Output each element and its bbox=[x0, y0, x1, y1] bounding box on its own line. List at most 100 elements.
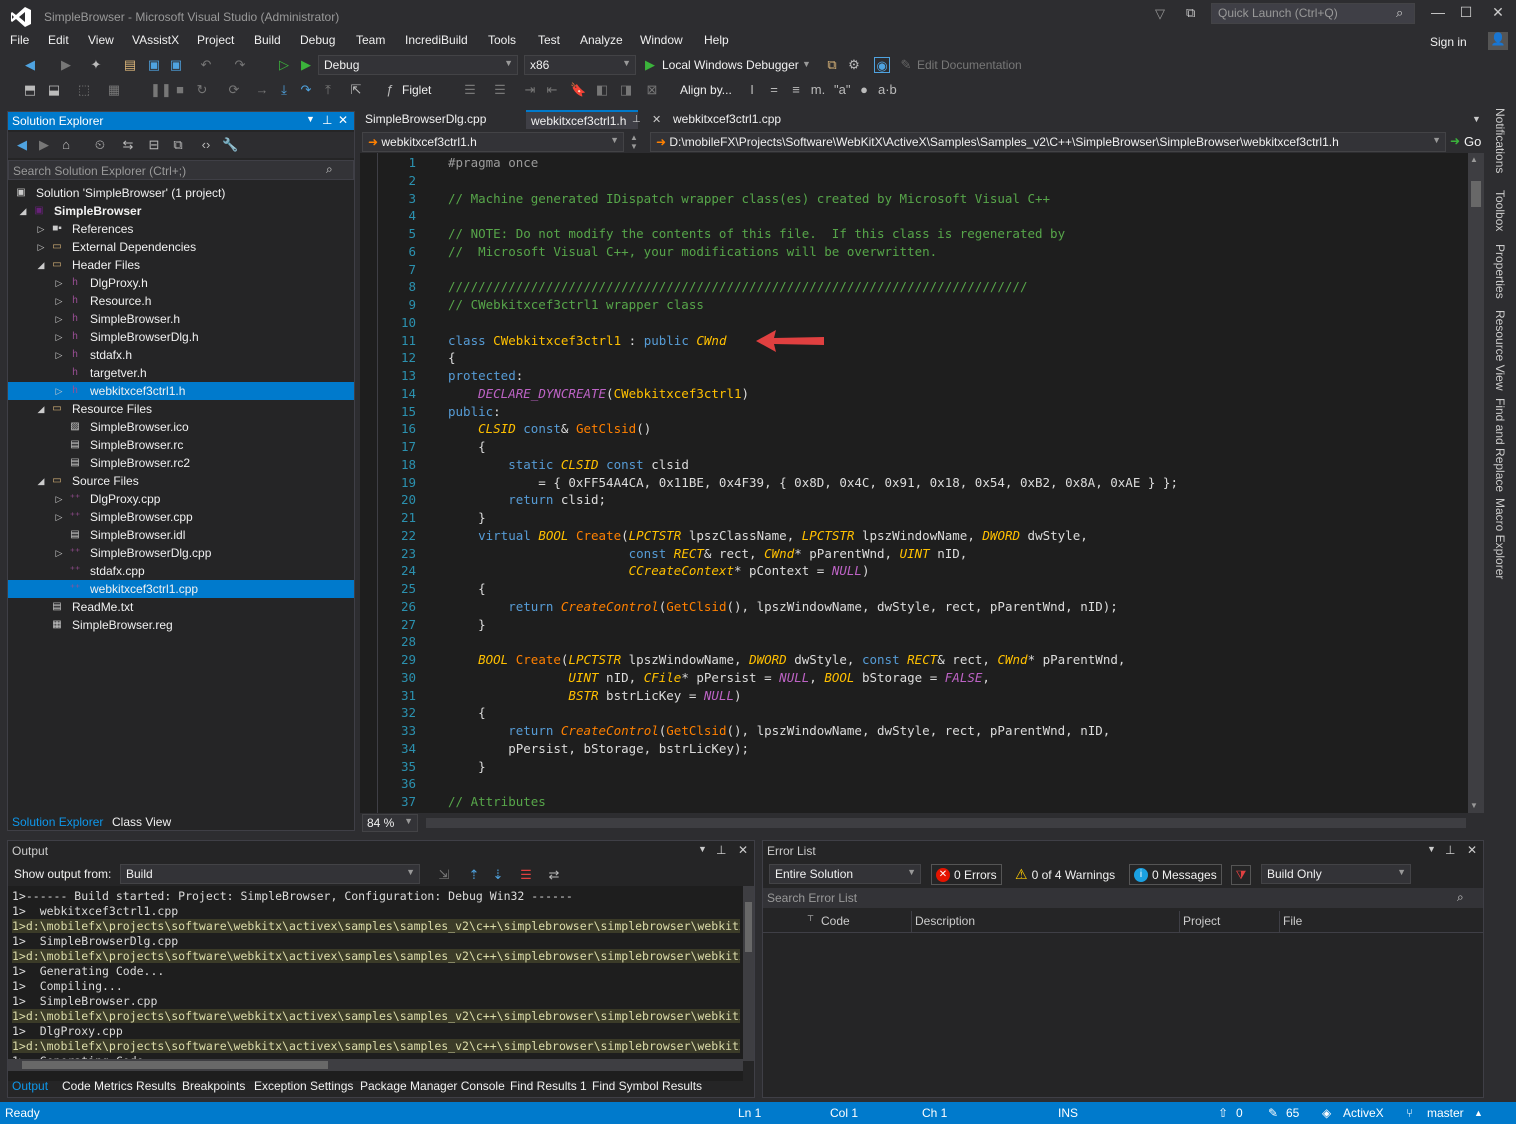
tree-item[interactable]: ▷ h SimpleBrowserDlg.h bbox=[8, 328, 354, 346]
menu-build[interactable]: Build bbox=[254, 33, 281, 47]
tree-item[interactable]: ▤ ReadMe.txt bbox=[8, 598, 354, 616]
clear-all-icon[interactable]: ☰ bbox=[518, 867, 534, 883]
collapse-all-icon[interactable]: ⊟ bbox=[146, 137, 162, 153]
prev-message-icon[interactable]: ⇡ bbox=[466, 867, 482, 883]
status-repository[interactable]: ActiveX bbox=[1343, 1106, 1384, 1120]
platform-select[interactable]: x86 ▼ bbox=[524, 55, 636, 75]
step-out-icon[interactable]: ⤒ bbox=[320, 82, 336, 98]
menu-tools[interactable]: Tools bbox=[488, 33, 516, 47]
tree-item[interactable]: ◢ ▭ Source Files bbox=[8, 472, 354, 490]
collapse-arrow-icon[interactable]: ◢ bbox=[36, 256, 46, 274]
align-equals-icon[interactable]: = bbox=[766, 82, 782, 98]
start-icon[interactable]: ▶ bbox=[298, 57, 314, 73]
align-ab-icon[interactable]: a·b bbox=[878, 82, 897, 98]
tab-solution-explorer[interactable]: Solution Explorer bbox=[12, 815, 103, 829]
show-next-statement-icon[interactable]: → bbox=[254, 82, 270, 98]
tree-item[interactable]: ▷ h stdafx.h bbox=[8, 346, 354, 364]
rail-tab-notifications[interactable]: Notifications bbox=[1493, 108, 1507, 173]
tree-item[interactable]: ▷ ⁺⁺ DlgProxy.cpp bbox=[8, 490, 354, 508]
menu-project[interactable]: Project bbox=[197, 33, 234, 47]
scroll-down-icon[interactable]: ▼ bbox=[1470, 801, 1478, 810]
clean-icon[interactable]: ⬚ bbox=[76, 82, 92, 98]
configuration-select[interactable]: Debug ▼ bbox=[318, 55, 518, 75]
menu-view[interactable]: View bbox=[88, 33, 114, 47]
tab-breakpoints[interactable]: Breakpoints bbox=[182, 1079, 245, 1093]
refresh-icon[interactable]: ⟳ bbox=[226, 82, 242, 98]
text-cursor-icon[interactable]: I bbox=[744, 82, 760, 98]
rail-tab-macro-explorer[interactable]: Macro Explorer bbox=[1493, 498, 1507, 579]
repository-icon[interactable]: ◈ bbox=[1322, 1106, 1331, 1120]
branch-icon[interactable]: ⑂ bbox=[1406, 1106, 1413, 1120]
status-unpushed-count[interactable]: 0 bbox=[1236, 1106, 1243, 1120]
menu-test[interactable]: Test bbox=[538, 33, 560, 47]
tree-item[interactable]: h targetver.h bbox=[8, 364, 354, 382]
comment-icon[interactable]: ☰ bbox=[462, 82, 478, 98]
tab-class-view[interactable]: Class View bbox=[112, 815, 171, 829]
figlet-button[interactable]: Figlet bbox=[402, 83, 431, 97]
next-bookmark-icon[interactable]: ◨ bbox=[618, 82, 634, 98]
pencil-icon[interactable]: ✎ bbox=[1268, 1106, 1278, 1120]
file-path-select[interactable]: ➜ D:\mobileFX\Projects\Software\WebKitX\… bbox=[650, 132, 1446, 152]
pin-icon[interactable]: ⊥ bbox=[632, 114, 641, 125]
tree-item[interactable]: ▤ SimpleBrowser.idl bbox=[8, 526, 354, 544]
warnings-filter-button[interactable]: ⚠ 0 of 4 Warnings bbox=[1011, 864, 1119, 885]
split-icon[interactable]: ▲ ▼ bbox=[630, 133, 638, 151]
expand-arrow-icon[interactable]: ▷ bbox=[54, 508, 64, 526]
rail-tab-resource-view[interactable]: Resource View bbox=[1493, 310, 1507, 390]
tab-code-metrics[interactable]: Code Metrics Results bbox=[62, 1079, 176, 1093]
rail-tab-properties[interactable]: Properties bbox=[1493, 244, 1507, 299]
tab-find-symbol-results[interactable]: Find Symbol Results bbox=[592, 1079, 702, 1093]
expand-arrow-icon[interactable]: ▷ bbox=[54, 310, 64, 328]
next-message-icon[interactable]: ⇣ bbox=[490, 867, 506, 883]
chevron-down-icon[interactable]: ▼ bbox=[802, 59, 811, 69]
output-text[interactable]: 1>------ Build started: Project: SimpleB… bbox=[8, 886, 743, 1081]
output-source-select[interactable]: Build ▼ bbox=[120, 864, 420, 884]
step-over-icon[interactable]: ↷ bbox=[298, 82, 314, 98]
tree-item[interactable]: ▤ SimpleBrowser.rc bbox=[8, 436, 354, 454]
code-text[interactable]: #pragma once // Machine generated IDispat… bbox=[360, 153, 1468, 813]
start-without-debug-icon[interactable]: ▷ bbox=[276, 57, 292, 73]
close-icon[interactable]: ✕ bbox=[652, 113, 661, 126]
expand-arrow-icon[interactable]: ▷ bbox=[54, 274, 64, 292]
edit-documentation-button[interactable]: Edit Documentation bbox=[917, 58, 1022, 72]
new-project-icon[interactable]: ✦ bbox=[88, 57, 104, 73]
expand-arrow-icon[interactable]: ▷ bbox=[54, 328, 64, 346]
scrollbar-thumb[interactable] bbox=[22, 1061, 328, 1069]
tree-item[interactable]: ◢ ▣ SimpleBrowser bbox=[8, 202, 354, 220]
step-into-icon[interactable]: ⤓ bbox=[276, 82, 292, 98]
word-wrap-icon[interactable]: ⇄ bbox=[546, 867, 562, 883]
chevron-up-icon[interactable]: ▲ bbox=[1474, 1108, 1483, 1118]
tree-item[interactable]: ▷ ⁺⁺ SimpleBrowser.cpp bbox=[8, 508, 354, 526]
properties-wrench-icon[interactable]: 🔧 bbox=[222, 137, 238, 153]
minimize-button[interactable]: — bbox=[1424, 4, 1452, 24]
rail-tab-toolbox[interactable]: Toolbox bbox=[1493, 190, 1507, 231]
menu-window[interactable]: Window bbox=[640, 33, 683, 47]
hex-display-icon[interactable]: ⇱ bbox=[348, 82, 364, 98]
tree-item[interactable]: ▷ h DlgProxy.h bbox=[8, 274, 354, 292]
chevron-down-icon[interactable]: ▼ bbox=[306, 114, 315, 124]
align-quotes-icon[interactable]: "a" bbox=[834, 82, 850, 98]
tree-item[interactable]: ▣ Solution 'SimpleBrowser' (1 project) bbox=[8, 184, 354, 202]
forward-icon[interactable]: ▶ bbox=[36, 137, 52, 153]
expand-arrow-icon[interactable]: ▷ bbox=[54, 544, 64, 562]
back-icon[interactable]: ◀ bbox=[22, 57, 38, 73]
rail-tab-find-and-replace[interactable]: Find and Replace bbox=[1493, 398, 1507, 492]
prev-bookmark-icon[interactable]: ◧ bbox=[594, 82, 610, 98]
filter-clear-icon[interactable]: ⧩ bbox=[1231, 865, 1251, 885]
tree-item[interactable]: ◢ ▭ Header Files bbox=[8, 256, 354, 274]
tab-find-results-1[interactable]: Find Results 1 bbox=[510, 1079, 587, 1093]
tree-item[interactable]: ▷ h SimpleBrowser.h bbox=[8, 310, 354, 328]
stop-icon[interactable]: ■ bbox=[172, 82, 188, 98]
bookmark-icon[interactable]: 🔖 bbox=[570, 82, 586, 98]
collapse-arrow-icon[interactable]: ◢ bbox=[18, 202, 28, 220]
sync-icon[interactable]: ⇆ bbox=[120, 137, 136, 153]
go-button[interactable]: Go bbox=[1464, 134, 1481, 149]
maximize-button[interactable]: ☐ bbox=[1452, 4, 1480, 24]
tab-overflow-icon[interactable]: ▼ bbox=[1472, 114, 1481, 124]
tab-webkitxcef3ctrl1-cpp[interactable]: webkitxcef3ctrl1.cpp bbox=[668, 110, 786, 129]
menu-file[interactable]: File bbox=[10, 33, 29, 47]
breakpoint-window-icon[interactable]: ◉ bbox=[874, 57, 890, 73]
find-in-files-icon[interactable]: ⧉ bbox=[824, 57, 840, 73]
tab-package-manager-console[interactable]: Package Manager Console bbox=[360, 1079, 505, 1093]
scrollbar-thumb[interactable] bbox=[745, 902, 752, 952]
